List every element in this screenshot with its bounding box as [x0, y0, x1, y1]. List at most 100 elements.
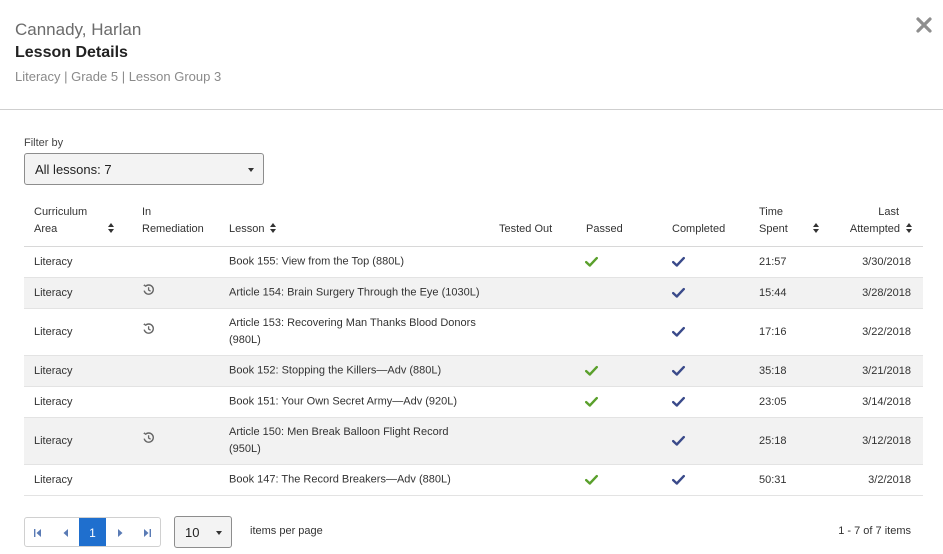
passed-check-icon	[585, 256, 598, 268]
time-spent-label-2: Spent	[759, 223, 788, 235]
column-header-in-remediation: In Remediation	[142, 202, 222, 247]
last-page-icon[interactable]	[133, 518, 160, 546]
pagination: 1	[24, 517, 161, 547]
cell-lesson: Book 151: Your Own Secret Army—Adv (920L…	[229, 394, 484, 411]
page-size-dropdown[interactable]: 10	[174, 516, 232, 548]
in-remediation-label-2: Remediation	[142, 223, 204, 235]
cell-time-spent: 21:57	[759, 256, 787, 268]
sort-icon[interactable]	[108, 223, 115, 233]
completed-check-icon	[672, 256, 685, 268]
breadcrumb: Literacy | Grade 5 | Lesson Group 3	[15, 69, 222, 84]
cell-last-attempted: 3/2/2018	[868, 474, 911, 486]
curriculum-area-label-1: Curriculum	[34, 206, 88, 218]
table-row: Literacy Book 151: Your Own Secret Army—A…	[24, 387, 923, 418]
table-header: Curriculum Area In Remediation Lesson Te…	[24, 202, 923, 247]
cell-time-spent: 17:16	[759, 326, 787, 338]
lesson-title: Article 150: Men Break Balloon Flight Re…	[229, 426, 449, 438]
lesson-filter-dropdown[interactable]: All lessons: 7	[24, 153, 264, 185]
sort-icon[interactable]	[906, 223, 913, 233]
page-size-value: 10	[185, 524, 200, 540]
completed-check-icon	[672, 435, 685, 447]
filter-label: Filter by	[24, 137, 64, 149]
column-header-curriculum-area[interactable]: Curriculum Area	[34, 202, 134, 247]
cell-last-attempted: 3/14/2018	[862, 396, 911, 408]
item-count: 1 - 7 of 7 items	[838, 525, 911, 537]
completed-check-icon	[672, 326, 685, 338]
time-spent-label-1: Time	[759, 206, 784, 218]
history-icon	[142, 322, 155, 338]
filter-selected-value: All lessons: 7	[35, 161, 112, 177]
column-header-passed: Passed	[586, 202, 646, 247]
table-row: Literacy Book 155: View from the Top (880…	[24, 247, 923, 278]
completed-check-icon	[672, 396, 685, 408]
passed-label: Passed	[586, 223, 623, 235]
sort-icon[interactable]	[270, 223, 277, 233]
cell-curriculum-area: Literacy	[34, 256, 73, 268]
cell-curriculum-area: Literacy	[34, 435, 73, 447]
cell-lesson: Article 153: Recovering Man Thanks Blood…	[229, 315, 484, 349]
last-attempted-label-1: Last	[878, 206, 899, 218]
lesson-title: Book 155: View from the Top (880L)	[229, 255, 405, 268]
lesson-title: Book 147: The Record Breakers—Adv (880L)	[229, 473, 451, 486]
cell-time-spent: 25:18	[759, 435, 787, 447]
cell-curriculum-area: Literacy	[34, 287, 73, 299]
cell-last-attempted: 3/12/2018	[862, 435, 911, 447]
cell-time-spent: 50:31	[759, 474, 787, 486]
cell-lesson: Article 150: Men Break Balloon Flight Re…	[229, 424, 484, 458]
cell-curriculum-area: Literacy	[34, 326, 73, 338]
cell-curriculum-area: Literacy	[34, 396, 73, 408]
caret-down-icon	[216, 531, 222, 535]
cell-lesson: Article 154: Brain Surgery Through the E…	[229, 285, 484, 302]
table-body: Literacy Book 155: View from the Top (880…	[24, 247, 923, 496]
history-icon	[142, 283, 155, 299]
cell-lesson: Book 155: View from the Top (880L)	[229, 254, 484, 271]
page-button-current[interactable]: 1	[79, 518, 106, 546]
in-remediation-label-1: In	[142, 206, 152, 218]
page-buttons: 1	[24, 517, 161, 547]
table-row: Literacy Article 150: Men Break Balloon F…	[24, 418, 923, 465]
lesson-title: Book 152: Stopping the Killers—Adv (880L…	[229, 364, 442, 377]
next-page-icon[interactable]	[106, 518, 133, 546]
student-name: Cannady, Harlan	[15, 20, 142, 39]
lessons-table: Curriculum Area In Remediation Lesson Te…	[24, 202, 923, 496]
cell-curriculum-area: Literacy	[34, 365, 73, 377]
lesson-title: Book 151: Your Own Secret Army—Adv (920L…	[229, 395, 458, 408]
cell-lesson: Book 147: The Record Breakers—Adv (880L)	[229, 472, 484, 489]
column-header-lesson[interactable]: Lesson	[229, 202, 349, 247]
table-row: Literacy Article 154: Brain Surgery Throu…	[24, 278, 923, 309]
curriculum-area-label-2: Area	[34, 223, 58, 235]
cell-curriculum-area: Literacy	[34, 474, 73, 486]
column-header-time-spent[interactable]: Time Spent	[759, 202, 819, 247]
passed-check-icon	[585, 396, 598, 408]
table-row: Literacy Article 153: Recovering Man Than…	[24, 309, 923, 356]
dialog-title: Lesson Details	[15, 44, 128, 61]
completed-check-icon	[672, 365, 685, 377]
sort-icon[interactable]	[812, 223, 820, 233]
cell-last-attempted: 3/30/2018	[862, 256, 911, 268]
previous-page-icon[interactable]	[52, 518, 79, 546]
first-page-icon[interactable]	[25, 518, 52, 546]
history-icon	[142, 431, 155, 447]
cell-time-spent: 35:18	[759, 365, 787, 377]
completed-label: Completed	[672, 223, 726, 235]
dialog-header: Cannady, Harlan Lesson Details Literacy …	[0, 0, 943, 110]
lesson-title: Article 153: Recovering Man Thanks Blood…	[229, 317, 476, 329]
page-size-label: items per page	[250, 525, 323, 537]
close-icon[interactable]	[915, 16, 933, 34]
completed-check-icon	[672, 287, 685, 299]
cell-time-spent: 15:44	[759, 287, 787, 299]
column-header-tested-out: Tested Out	[499, 202, 579, 247]
passed-check-icon	[585, 474, 598, 486]
cell-last-attempted: 3/28/2018	[862, 287, 911, 299]
table-row: Literacy Book 147: The Record Breakers—Ad…	[24, 465, 923, 496]
lesson-title: Article 154: Brain Surgery Through the E…	[229, 286, 480, 299]
caret-down-icon	[248, 168, 254, 172]
cell-time-spent: 23:05	[759, 396, 787, 408]
lesson-level: (980L)	[229, 334, 261, 346]
passed-check-icon	[585, 365, 598, 377]
cell-last-attempted: 3/22/2018	[862, 326, 911, 338]
cell-lesson: Book 152: Stopping the Killers—Adv (880L…	[229, 363, 484, 380]
column-header-last-attempted[interactable]: Last Attempted	[829, 202, 913, 247]
lesson-level: (950L)	[229, 443, 261, 455]
last-attempted-label-2: Attempted	[849, 223, 900, 235]
